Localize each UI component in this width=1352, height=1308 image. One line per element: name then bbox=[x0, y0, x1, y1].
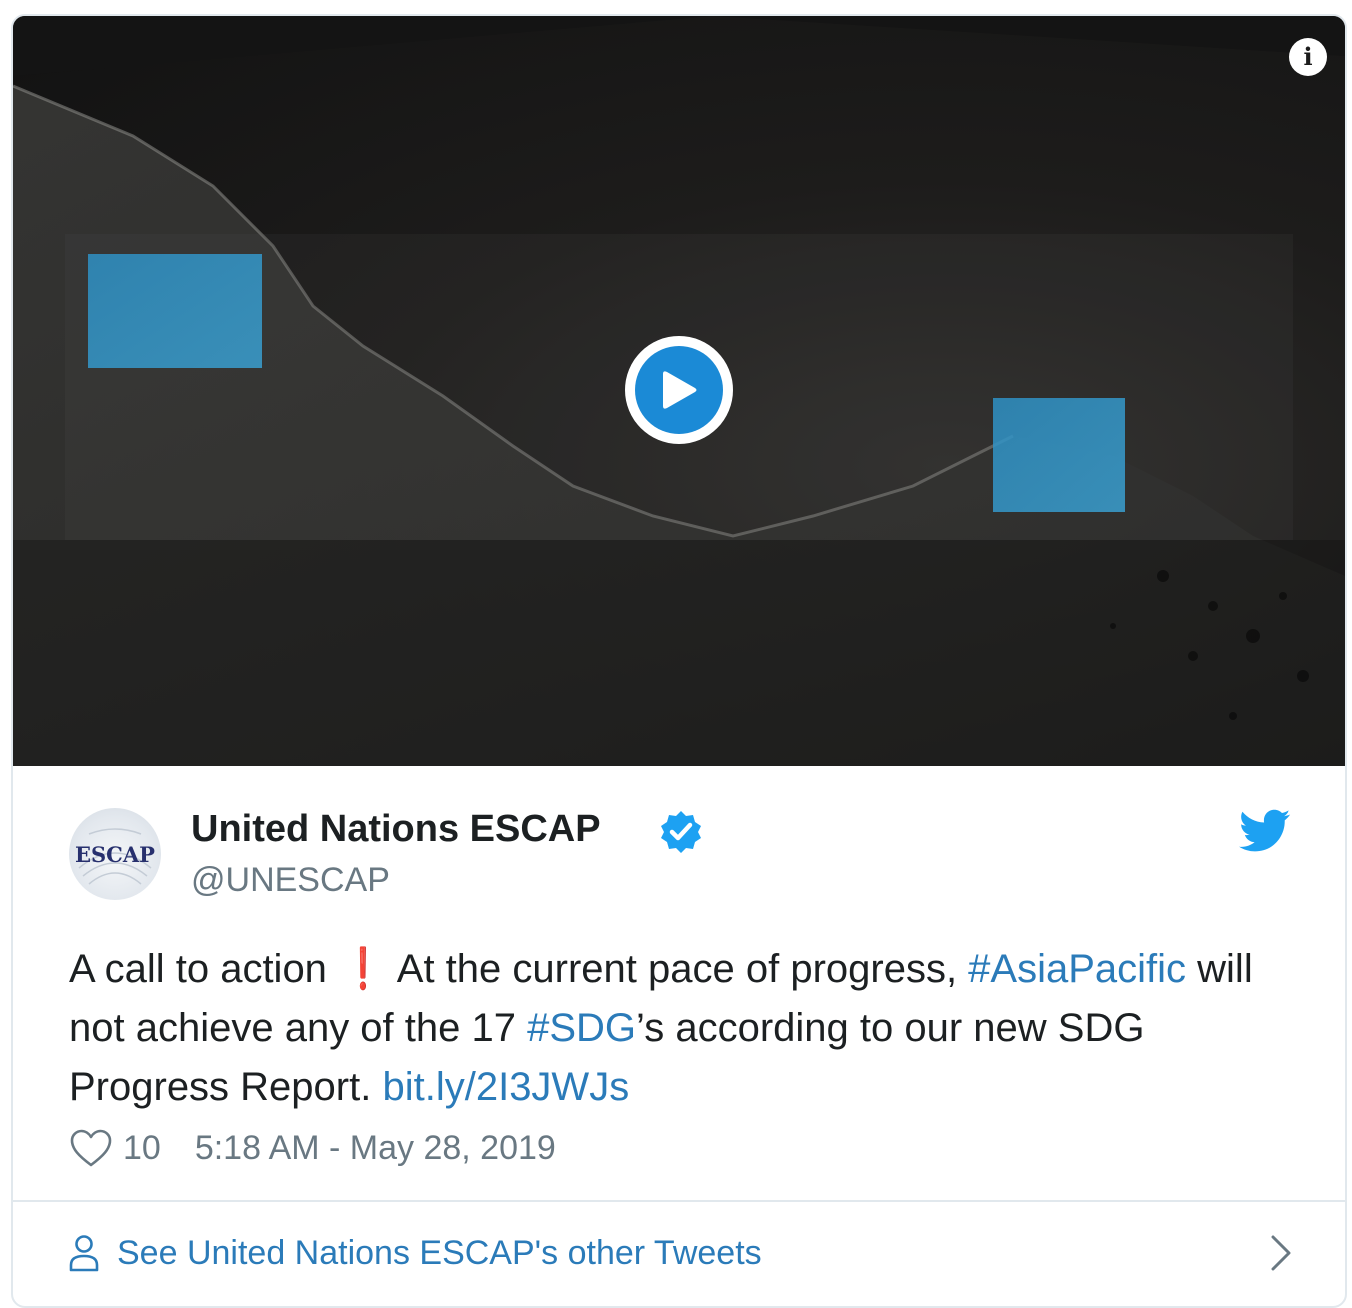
author-handle[interactable]: @UNESCAP bbox=[191, 861, 390, 900]
avatar-text: ESCAP bbox=[75, 842, 155, 867]
chevron-right-icon bbox=[1271, 1235, 1291, 1271]
video-player[interactable]: i bbox=[13, 16, 1345, 766]
play-icon bbox=[635, 346, 723, 434]
tweet-text-part: At the current pace of progress, bbox=[387, 947, 969, 991]
divider bbox=[13, 1200, 1345, 1202]
avatar[interactable]: ESCAP bbox=[69, 808, 161, 900]
tweet-text: A call to action ❗ At the current pace o… bbox=[69, 940, 1299, 1117]
embedded-tweet-card: i ESCAP United Nations ESCAP @UNESCAP A … bbox=[11, 14, 1347, 1308]
heart-icon[interactable] bbox=[69, 1128, 113, 1168]
tweet-meta: 10 5:18 AM - May 28, 2019 bbox=[69, 1126, 556, 1170]
timestamp[interactable]: 5:18 AM - May 28, 2019 bbox=[195, 1129, 556, 1168]
twitter-bird-icon[interactable] bbox=[1239, 809, 1291, 853]
tweet-text-part: A call to action bbox=[69, 947, 339, 991]
report-link[interactable]: bit.ly/2I3JWJs bbox=[382, 1065, 629, 1109]
info-icon[interactable]: i bbox=[1289, 38, 1327, 76]
play-button[interactable] bbox=[625, 336, 733, 444]
see-other-tweets-label: See United Nations ESCAP's other Tweets bbox=[117, 1233, 762, 1272]
see-other-tweets-link[interactable]: See United Nations ESCAP's other Tweets bbox=[69, 1231, 1293, 1275]
hashtag-sdg[interactable]: #SDG bbox=[527, 1006, 636, 1050]
person-icon bbox=[69, 1234, 99, 1272]
exclamation-emoji: ❗ bbox=[345, 947, 381, 991]
hashtag-asiapacific[interactable]: #AsiaPacific bbox=[968, 947, 1186, 991]
author-name[interactable]: United Nations ESCAP bbox=[191, 808, 601, 851]
like-count: 10 bbox=[123, 1128, 161, 1167]
verified-badge-icon bbox=[661, 811, 701, 853]
